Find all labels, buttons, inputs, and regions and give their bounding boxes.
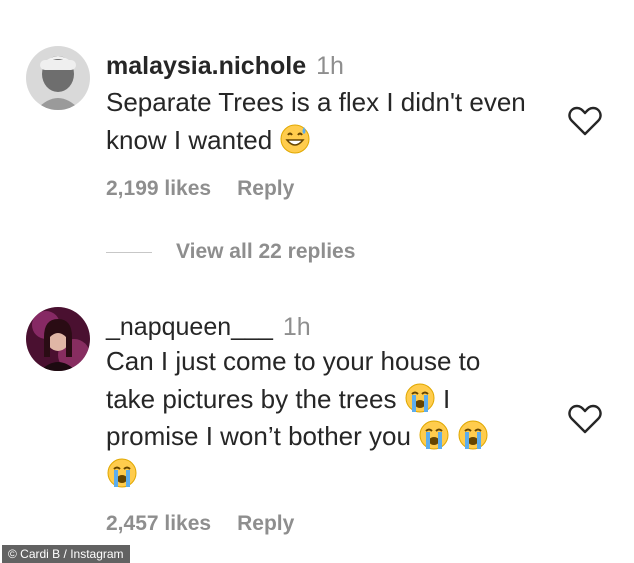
timestamp: 1h bbox=[282, 313, 311, 341]
reply-button[interactable]: Reply bbox=[237, 512, 294, 535]
comment-header: malaysia.nichole 1h bbox=[106, 51, 344, 81]
comment-text: Separate Trees is a flex I didn't even k… bbox=[106, 84, 576, 159]
timestamp: 1h bbox=[316, 52, 344, 80]
comment-meta: 2,457 likes Reply bbox=[106, 512, 294, 536]
sweat-smile-emoji-icon bbox=[280, 124, 310, 153]
reply-button[interactable]: Reply bbox=[237, 177, 294, 200]
username[interactable]: malaysia.nichole bbox=[106, 52, 306, 80]
comment-meta: 2,199 likes Reply bbox=[106, 177, 294, 201]
comment-header: _napqueen___ 1h bbox=[106, 312, 311, 342]
comment-text: Can I just come to your house to take pi… bbox=[106, 343, 576, 493]
crying-emoji-icon bbox=[107, 458, 137, 487]
comment-text-line: know I wanted bbox=[106, 122, 576, 160]
avatar[interactable] bbox=[26, 307, 90, 371]
divider bbox=[106, 251, 152, 253]
crying-emoji-icon bbox=[458, 420, 488, 450]
likes-count[interactable]: 2,457 likes bbox=[106, 512, 211, 535]
comment-text-line bbox=[106, 456, 576, 494]
heart-outline-icon[interactable] bbox=[568, 106, 602, 136]
view-replies-button[interactable]: View all 22 replies bbox=[106, 240, 355, 274]
comment-text-line: Separate Trees is a flex I didn't even bbox=[106, 87, 526, 117]
comment-text-line: promise I won’t bother you bbox=[106, 418, 576, 456]
crying-emoji-icon bbox=[405, 383, 435, 412]
avatar[interactable] bbox=[26, 46, 90, 110]
comment-text-line: take pictures by the trees I bbox=[106, 383, 451, 414]
likes-count[interactable]: 2,199 likes bbox=[106, 177, 211, 200]
username[interactable]: _napqueen___ bbox=[106, 313, 273, 341]
heart-outline-icon[interactable] bbox=[568, 404, 602, 434]
photo-credit: © Cardi B / Instagram bbox=[2, 545, 130, 563]
view-replies-label: View all 22 replies bbox=[176, 240, 356, 263]
comment-text-line: Can I just come to your house to bbox=[106, 346, 481, 376]
crying-emoji-icon bbox=[419, 420, 449, 450]
